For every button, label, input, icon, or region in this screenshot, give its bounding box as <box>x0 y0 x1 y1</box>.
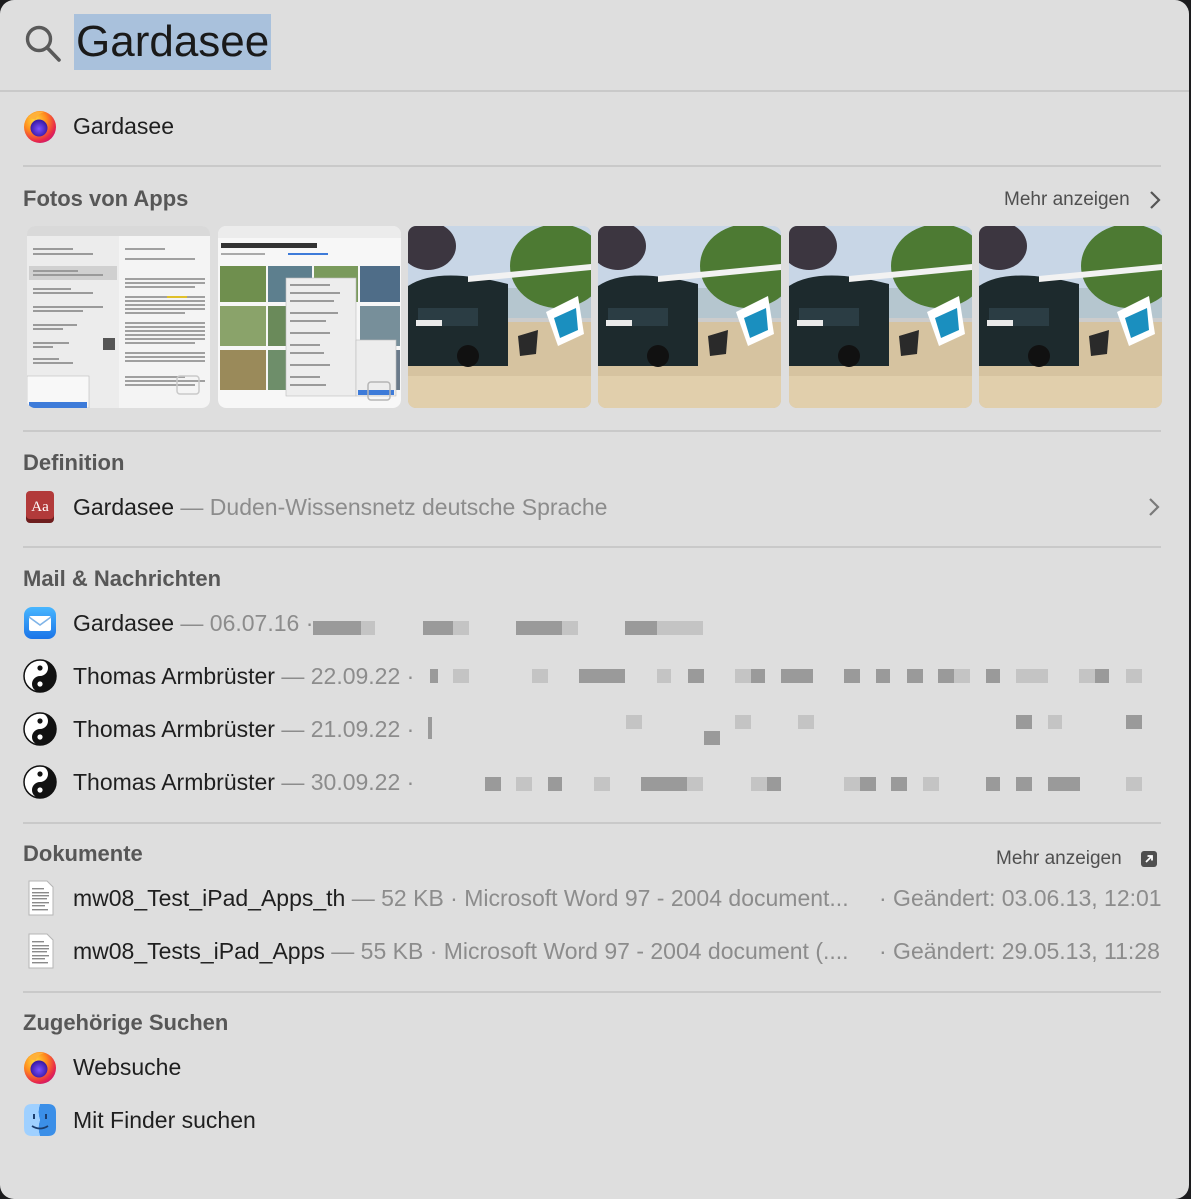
separator <box>23 991 1161 993</box>
separator <box>23 165 1161 167</box>
document-icon <box>28 933 54 969</box>
section-heading-documents: Dokumente <box>23 841 143 866</box>
dictionary-icon: Aa <box>26 491 54 523</box>
chevron-right-icon <box>1150 191 1161 209</box>
yin-yang-icon <box>23 765 57 799</box>
camper-van-photo <box>408 226 591 408</box>
separator <box>23 822 1161 824</box>
related-item-web-search[interactable]: Websuche <box>0 1045 1189 1089</box>
document-modified: · Geändert: 29.05.13, 11:28 <box>879 938 1160 964</box>
screenshot-thumbnail-image <box>27 226 210 408</box>
yin-yang-icon <box>23 712 57 746</box>
section-heading-definition: Definition <box>23 450 125 475</box>
related-item-label: Mit Finder suchen <box>73 1107 256 1133</box>
photo-thumbnail[interactable] <box>979 226 1162 408</box>
mail-item-title: Thomas Armbrüster <box>73 663 275 689</box>
mail-item[interactable]: Thomas Armbrüster — 30.09.22 · <box>0 760 1189 804</box>
document-meta: — 55 KB · Microsoft Word 97 - 2004 docum… <box>324 938 849 964</box>
camper-van-photo <box>979 226 1162 408</box>
documents-more-label: Mehr anzeigen <box>996 848 1122 869</box>
firefox-icon <box>24 1052 56 1084</box>
photo-thumbnail[interactable] <box>408 226 591 408</box>
section-heading-mail: Mail & Nachrichten <box>23 566 222 591</box>
documents-more-button[interactable]: Mehr anzeigen <box>996 847 1122 871</box>
screenshot-thumbnail-image <box>218 226 401 408</box>
definition-row[interactable]: Aa Gardasee — Duden-Wissensnetz deutsche… <box>0 485 1189 529</box>
mail-item[interactable]: Gardasee — 06.07.16 · <box>0 601 1189 645</box>
document-name: mw08_Tests_iPad_Apps <box>73 938 325 964</box>
photo-thumbnail[interactable] <box>27 226 210 408</box>
photo-thumbnail[interactable] <box>218 226 401 408</box>
mail-item-date: — 22.09.22 · <box>274 663 415 689</box>
camper-van-photo <box>598 226 781 408</box>
camper-van-photo <box>789 226 972 408</box>
yin-yang-icon <box>23 659 57 693</box>
related-item-label: Websuche <box>73 1054 182 1080</box>
mail-item-date: — 30.09.22 · <box>274 769 415 795</box>
document-item[interactable]: mw08_Tests_iPad_Apps — 55 KB · Microsoft… <box>0 929 1189 973</box>
definition-title: Gardasee <box>73 494 175 520</box>
finder-icon <box>24 1104 56 1136</box>
document-meta: — 52 KB · Microsoft Word 97 - 2004 docum… <box>345 885 849 911</box>
mail-item-title: Gardasee <box>73 610 175 636</box>
definition-source: — Duden-Wissensnetz deutsche Sprache <box>174 494 608 520</box>
document-modified: · Geändert: 03.06.13, 12:01 <box>879 885 1162 911</box>
photos-more-label: Mehr anzeigen <box>1004 189 1130 210</box>
photo-thumbnail[interactable] <box>789 226 972 408</box>
mail-item-date: — 21.09.22 · <box>274 716 415 742</box>
document-item[interactable]: mw08_Test_iPad_Apps_th — 52 KB · Microso… <box>0 876 1189 920</box>
separator <box>23 430 1161 432</box>
photos-more-button[interactable]: Mehr anzeigen <box>1004 188 1130 212</box>
top-hit-label: Gardasee <box>73 113 175 139</box>
section-heading-related: Zugehörige Suchen <box>23 1010 229 1035</box>
section-heading-photos: Fotos von Apps <box>23 186 189 211</box>
open-external-icon <box>1141 851 1157 867</box>
search-input[interactable]: Gardasee <box>74 14 272 70</box>
top-hit-row[interactable]: Gardasee <box>0 104 1189 148</box>
mail-item-date: — 06.07.16 · <box>174 610 314 636</box>
firefox-icon <box>24 111 56 143</box>
chevron-right-icon <box>1149 498 1160 516</box>
svg-text:Aa: Aa <box>31 499 49 515</box>
document-icon <box>28 880 54 916</box>
mail-icon <box>24 607 56 639</box>
search-icon <box>25 25 61 62</box>
mail-item-title: Thomas Armbrüster <box>73 769 275 795</box>
mail-item[interactable]: Thomas Armbrüster — 21.09.22 · <box>0 707 1189 751</box>
mail-item[interactable]: Thomas Armbrüster — 22.09.22 · <box>0 654 1189 698</box>
separator <box>23 546 1161 548</box>
mail-item-title: Thomas Armbrüster <box>73 716 275 742</box>
related-item-finder-search[interactable]: Mit Finder suchen <box>0 1098 1189 1142</box>
search-bar: Gardasee <box>0 0 1189 92</box>
photo-thumbnail[interactable] <box>598 226 781 408</box>
document-name: mw08_Test_iPad_Apps_th <box>73 885 346 911</box>
spotlight-panel: Gardasee Gardasee Fotos von Apps Mehr an… <box>0 0 1189 1199</box>
